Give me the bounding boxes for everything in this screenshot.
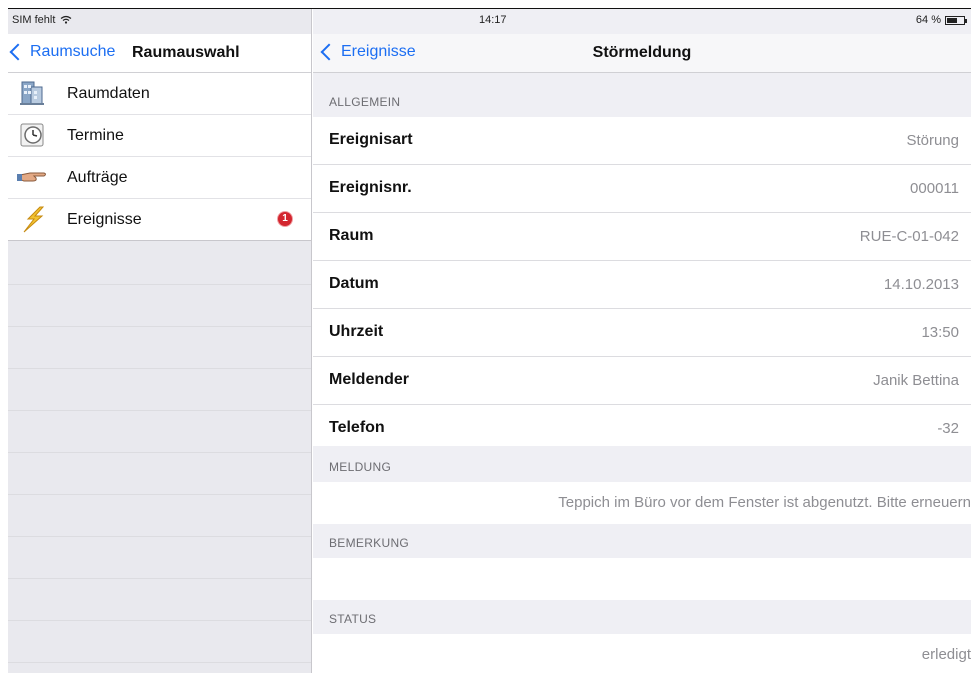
section-title: ALLGEMEIN (329, 95, 401, 109)
lightning-icon (23, 206, 45, 233)
field-row-datum: Datum 14.10.2013 (313, 261, 971, 309)
notification-badge: 1 (278, 212, 292, 226)
carrier-status: SIM fehlt (12, 14, 72, 26)
field-value: 000011 (910, 180, 959, 197)
battery-status: 64 % (915, 14, 967, 26)
field-row-meldender: Meldender Janik Bettina (313, 357, 971, 405)
field-value: Janik Bettina (873, 372, 959, 389)
general-fields-group: Ereignisart Störung Ereignisnr. 000011 R… (313, 117, 971, 452)
field-value: 14.10.2013 (883, 276, 959, 293)
sidebar-title: Raumauswahl (132, 44, 240, 61)
field-label: Raum (329, 227, 374, 244)
back-label: Raumsuche (30, 43, 116, 60)
pointing-hand-icon (17, 172, 46, 182)
field-label: Ereignisart (329, 131, 413, 148)
sidebar-empty-rows (8, 243, 311, 673)
section-header-meldung: MELDUNG (313, 446, 971, 482)
section-header-allgemein: ALLGEMEIN (313, 73, 971, 117)
sidebar-item-ereignisse[interactable]: Ereignisse 1 (8, 199, 311, 241)
field-label: Uhrzeit (329, 323, 384, 340)
sidebar-item-label: Raumdaten (67, 85, 150, 102)
sidebar-navigation-bar: Raumsuche Raumauswahl (8, 34, 311, 73)
sidebar-item-termine[interactable]: Termine (8, 115, 311, 157)
meldung-text-row[interactable]: Teppich im Büro vor dem Fenster ist abge… (313, 482, 971, 524)
field-row-ereignisnr: Ereignisnr. 000011 (313, 165, 971, 213)
battery-fill (947, 17, 958, 23)
status-bar: SIM fehlt 14:17 64 % (8, 8, 971, 39)
field-value: Störung (906, 132, 959, 149)
clock-icon (20, 123, 44, 147)
field-value: 13:50 (921, 324, 959, 341)
field-value: RUE-C-01-042 (859, 228, 959, 245)
bemerkung-text-row[interactable] (313, 558, 971, 600)
status-text-row[interactable]: erledigt (313, 634, 971, 673)
detail-navigation-bar: Störmeldung Ereignisse (313, 34, 971, 73)
status-text: erledigt (921, 646, 971, 663)
chevron-left-icon (320, 43, 338, 61)
field-label: Meldender (329, 371, 410, 388)
sidebar: Raumsuche Raumauswahl Raumdaten Termine … (8, 8, 312, 673)
field-row-raum: Raum RUE-C-01-042 (313, 213, 971, 261)
back-label: Ereignisse (341, 43, 416, 60)
battery-percent: 64 % (915, 14, 941, 26)
carrier-label: SIM fehlt (12, 14, 56, 26)
sidebar-item-label: Termine (67, 127, 124, 144)
sidebar-item-raumdaten[interactable]: Raumdaten (8, 73, 311, 115)
back-to-ereignisse-button[interactable]: Ereignisse (319, 43, 416, 61)
field-row-ereignisart: Ereignisart Störung (313, 117, 971, 165)
field-label: Ereignisnr. (329, 179, 412, 196)
meldung-text: Teppich im Büro vor dem Fenster ist abge… (558, 494, 971, 511)
section-title: STATUS (329, 612, 377, 626)
field-row-uhrzeit: Uhrzeit 13:50 (313, 309, 971, 357)
sidebar-item-auftraege[interactable]: Aufträge (8, 157, 311, 199)
field-label: Datum (329, 275, 379, 292)
clock: 14:17 (479, 14, 507, 26)
detail-pane: Störmeldung Ereignisse ALLGEMEIN Ereigni… (313, 8, 971, 673)
field-value: -32 (937, 420, 959, 437)
section-header-bemerkung: BEMERKUNG (313, 524, 971, 558)
section-title: BEMERKUNG (329, 536, 410, 550)
wifi-icon (61, 15, 72, 24)
chevron-left-icon (9, 43, 27, 61)
sidebar-menu: Raumdaten Termine Aufträge Ereignisse 1 (8, 73, 311, 241)
building-icon (20, 81, 44, 105)
sidebar-item-label: Aufträge (67, 169, 128, 186)
section-title: MELDUNG (329, 460, 392, 474)
field-label: Telefon (329, 419, 385, 436)
battery-icon (945, 15, 967, 25)
field-row-telefon: Telefon -32 (313, 405, 971, 452)
back-to-raumsuche-button[interactable]: Raumsuche (8, 43, 115, 61)
sidebar-item-label: Ereignisse (67, 211, 142, 228)
app-window: Raumsuche Raumauswahl Raumdaten Termine … (8, 8, 971, 673)
section-header-status: STATUS (313, 600, 971, 634)
